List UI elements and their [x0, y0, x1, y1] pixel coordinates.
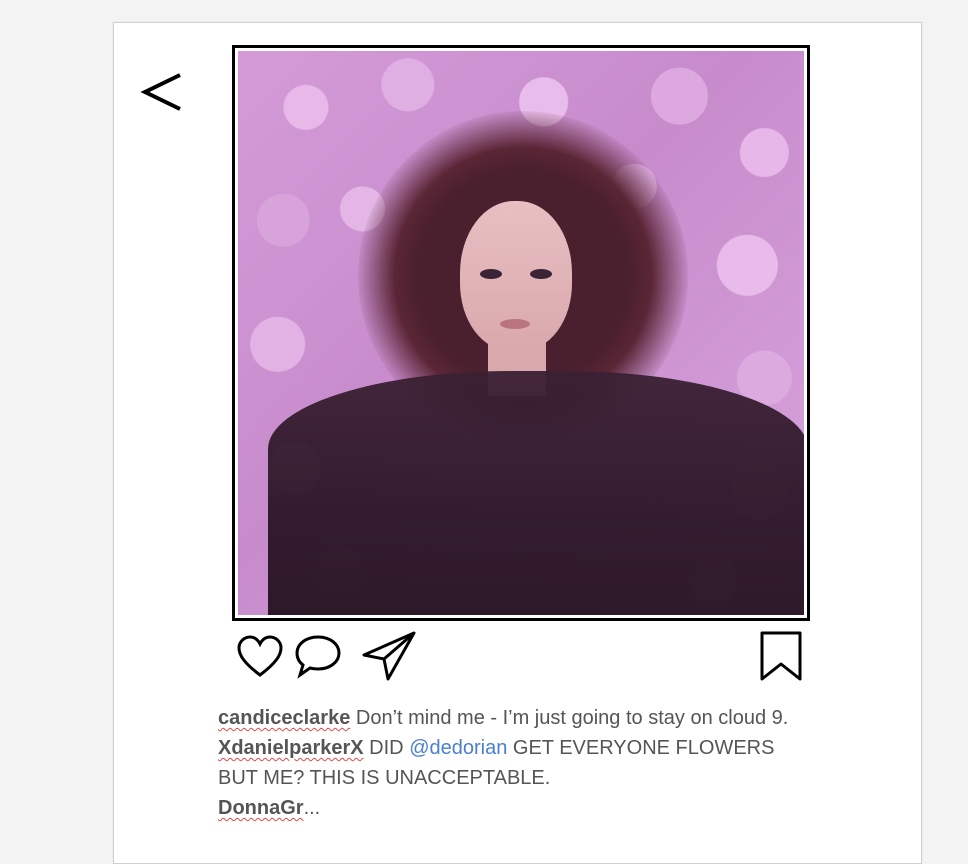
comment-mention[interactable]: @dedorian	[409, 737, 507, 759]
photo-eye-right	[530, 269, 552, 279]
chevron-left-icon	[140, 73, 181, 111]
comment-button[interactable]	[292, 631, 344, 683]
comment: XdanielparkerX DID @dedorian GET EVERYON…	[218, 733, 818, 793]
comment: candiceclarke Don’t mind me - I’m just g…	[218, 703, 818, 733]
save-button[interactable]	[758, 631, 804, 683]
photo-dress	[268, 371, 804, 615]
comment-text: Don’t mind me - I’m just going to stay o…	[350, 707, 789, 729]
photo-eye-left	[480, 269, 502, 279]
heart-icon	[237, 635, 283, 677]
comment-username[interactable]: DonnaGr	[218, 797, 304, 819]
photo-lips	[500, 319, 530, 329]
post-actions	[234, 631, 804, 683]
photo-face	[460, 201, 572, 351]
comment: DonnaGr...	[218, 793, 818, 823]
send-icon	[362, 631, 416, 681]
comment-username[interactable]: candiceclarke	[218, 707, 350, 729]
bookmark-icon	[760, 631, 802, 681]
share-button[interactable]	[360, 631, 418, 683]
post-card: candiceclarke Don’t mind me - I’m just g…	[113, 22, 922, 864]
back-button[interactable]	[140, 67, 184, 117]
post-photo[interactable]	[238, 51, 804, 615]
comment-text: DID	[363, 737, 410, 759]
comments-list: candiceclarke Don’t mind me - I’m just g…	[218, 703, 818, 823]
like-button[interactable]	[234, 631, 286, 683]
comment-username[interactable]: XdanielparkerX	[218, 737, 364, 759]
post-photo-frame	[232, 45, 810, 621]
comment-icon	[295, 635, 341, 679]
comment-text: ...	[303, 797, 321, 819]
